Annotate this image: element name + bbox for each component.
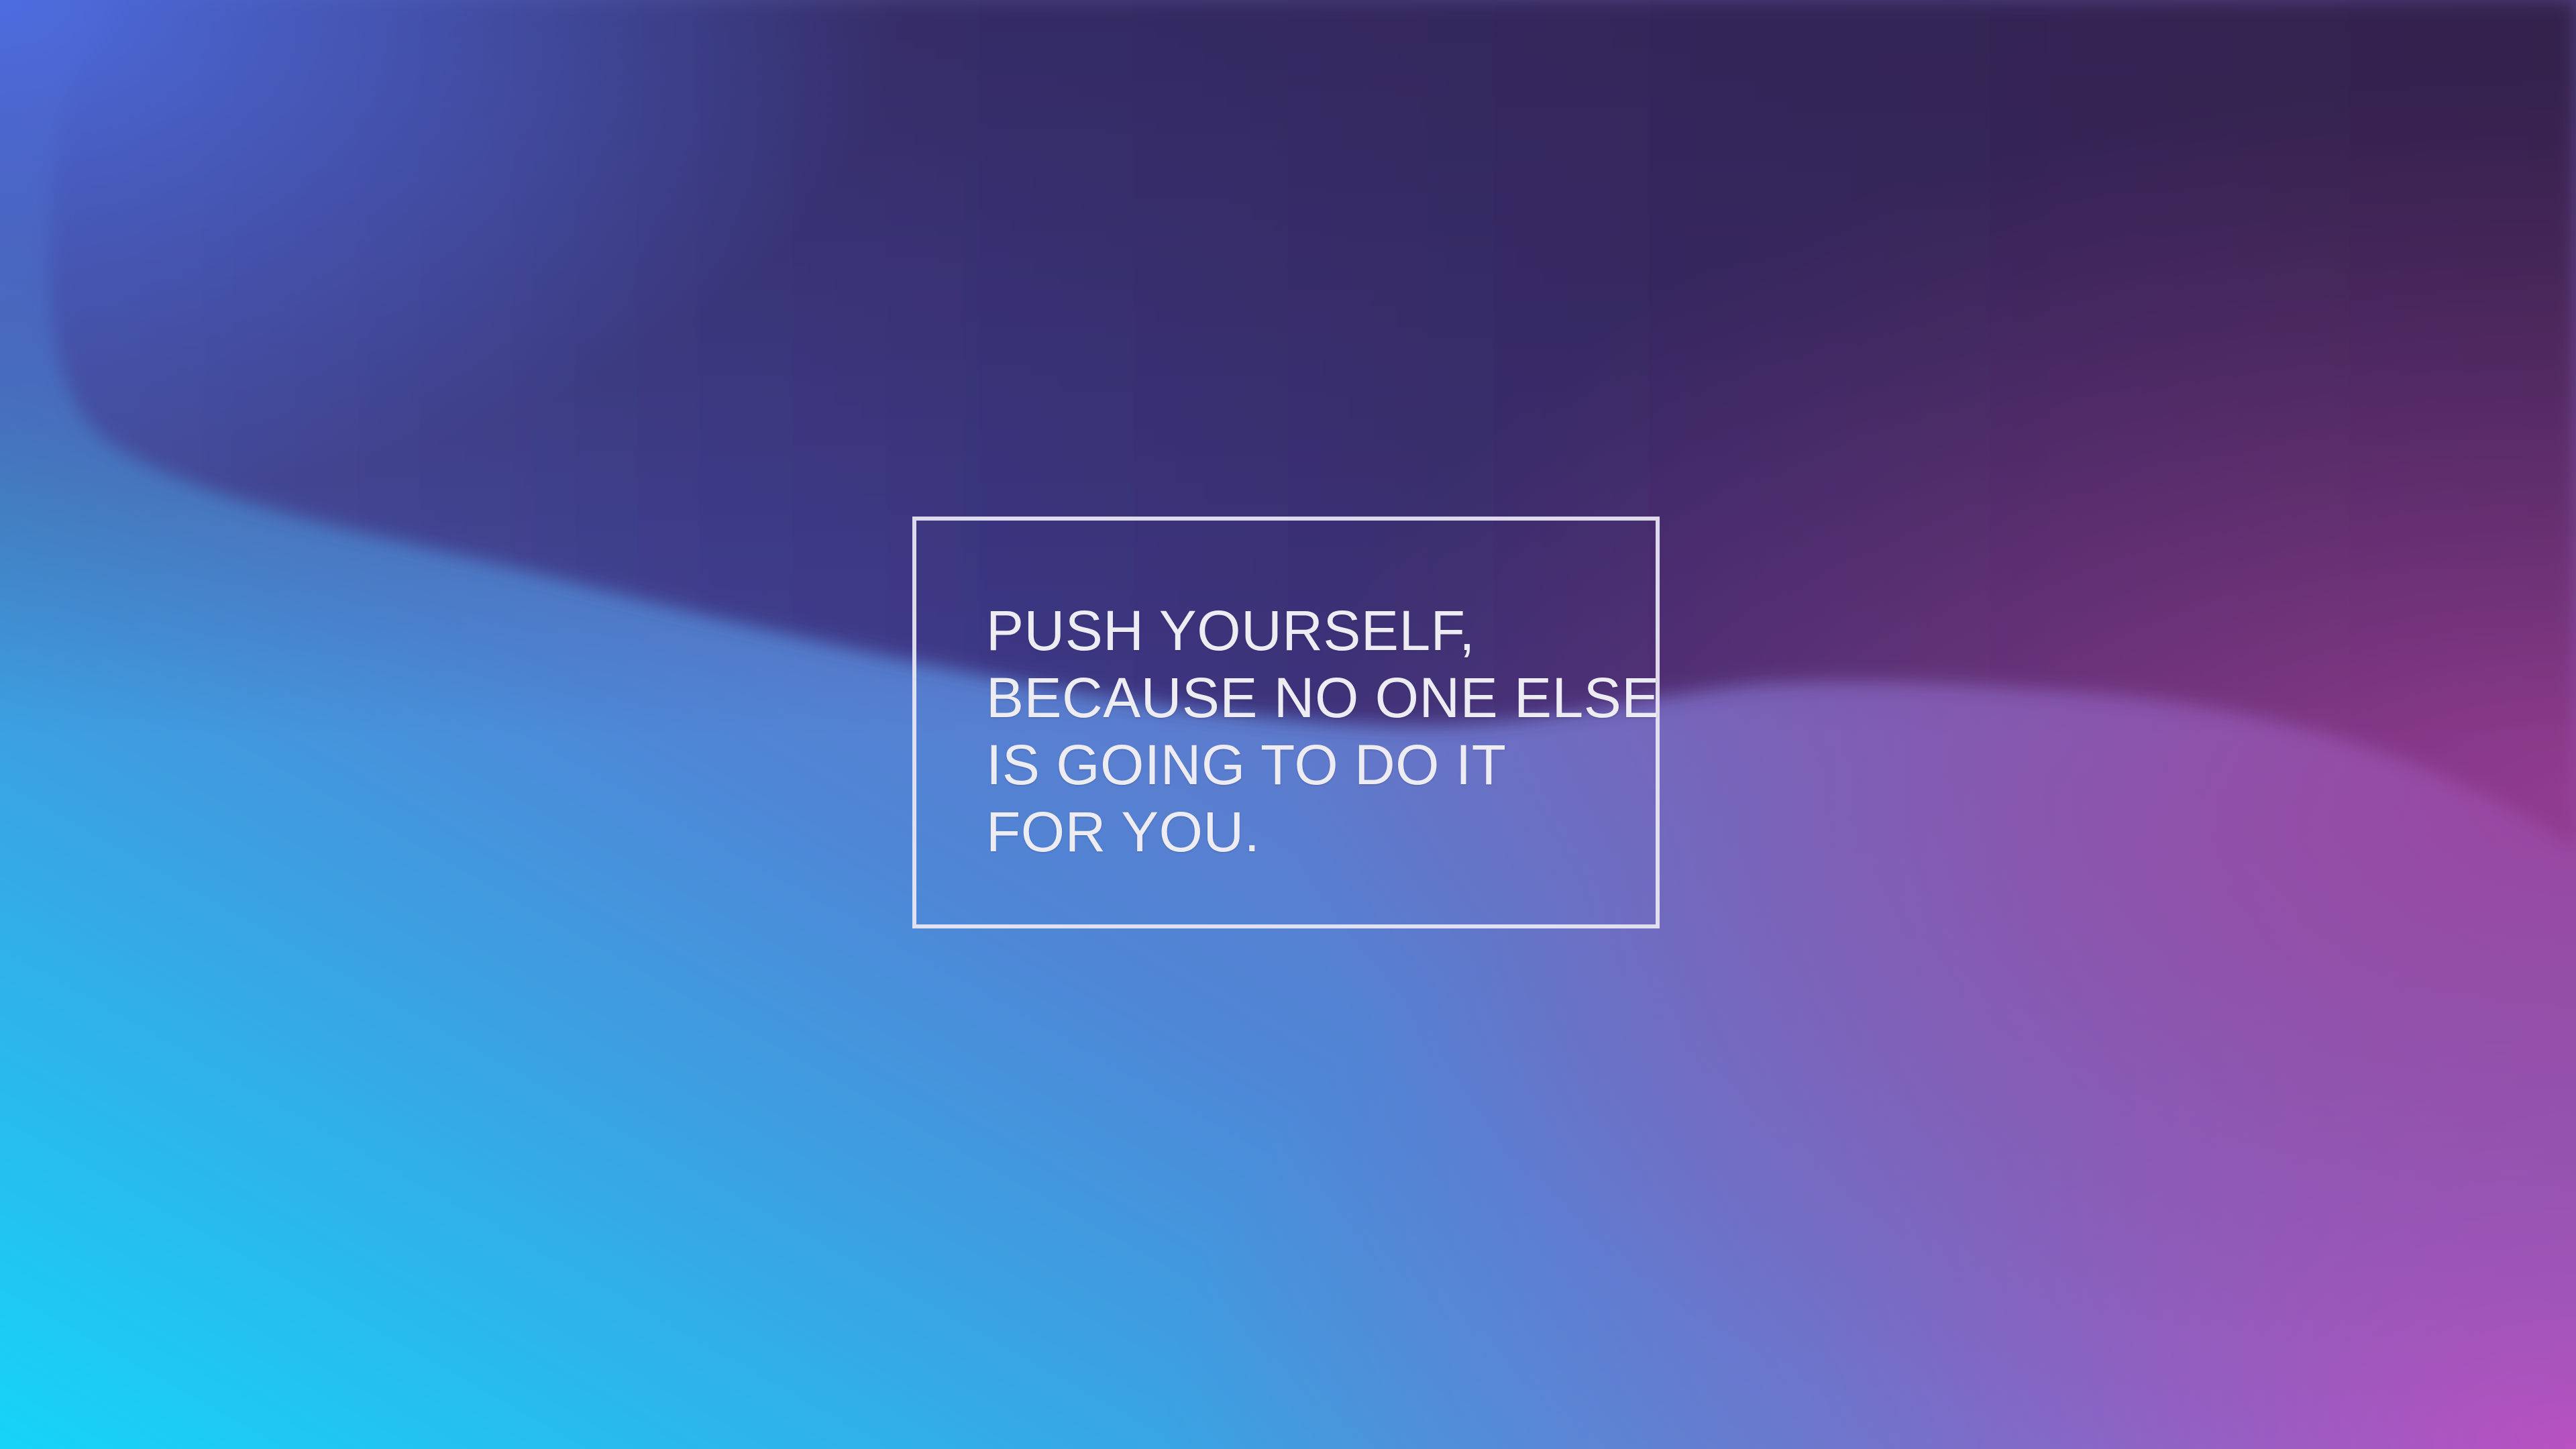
quote-line: IS GOING TO DO IT xyxy=(986,733,1507,796)
quote-text: PUSH YOURSELF, BECAUSE NO ONE ELSE IS GO… xyxy=(986,597,1660,865)
quote-line: FOR YOU. xyxy=(986,800,1260,863)
quote-line: PUSH YOURSELF, xyxy=(986,599,1475,662)
quote-line: BECAUSE NO ONE ELSE xyxy=(986,666,1660,729)
quote-frame: PUSH YOURSELF, BECAUSE NO ONE ELSE IS GO… xyxy=(912,517,1660,928)
